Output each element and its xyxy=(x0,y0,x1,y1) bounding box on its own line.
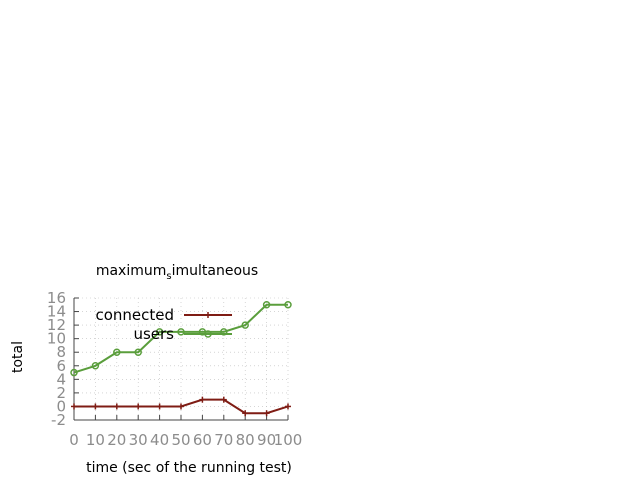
x-tick-label: 80 xyxy=(236,431,255,449)
x-tick-label: 10 xyxy=(86,431,105,449)
data-point-connected xyxy=(92,403,99,410)
x-tick-label: 20 xyxy=(107,431,126,449)
legend: connectedusers xyxy=(95,306,232,343)
data-point-connected xyxy=(135,403,142,410)
chart-title-part: maximum xyxy=(96,263,167,279)
chart: connectedusers -202468101214160 10 20 30 40 5… xyxy=(10,263,302,476)
data-point-connected xyxy=(71,403,77,410)
x-tick-label: 30 xyxy=(129,431,148,449)
legend-marker-connected xyxy=(205,312,211,318)
chart-title-part: imultaneous xyxy=(172,263,259,279)
x-tick-label: 100 xyxy=(274,431,303,449)
x-axis-label: time (sec of the running test) xyxy=(86,460,292,476)
x-tick-label: 60 xyxy=(193,431,212,449)
x-tick-label: 70 xyxy=(214,431,233,449)
chart-title: maximumsimultaneous xyxy=(96,263,258,282)
y-tick-label: 16 xyxy=(47,289,66,307)
legend-label-users: users xyxy=(133,325,174,343)
x-tick-label: 0 xyxy=(69,431,79,449)
data-point-connected xyxy=(263,410,270,417)
data-point-connected xyxy=(178,403,184,410)
y-axis-label: total xyxy=(10,341,26,373)
legend-label-connected: connected xyxy=(95,306,174,324)
data-point-connected xyxy=(199,396,206,403)
data-point-connected xyxy=(156,403,163,410)
data-point-connected xyxy=(285,403,291,410)
data-point-connected xyxy=(113,403,120,410)
labels: -202468101214160 10 20 30 40 50 60 70 80 90100max… xyxy=(10,263,302,476)
x-tick-label: 50 xyxy=(171,431,190,449)
x-tick-label: 40 xyxy=(150,431,169,449)
